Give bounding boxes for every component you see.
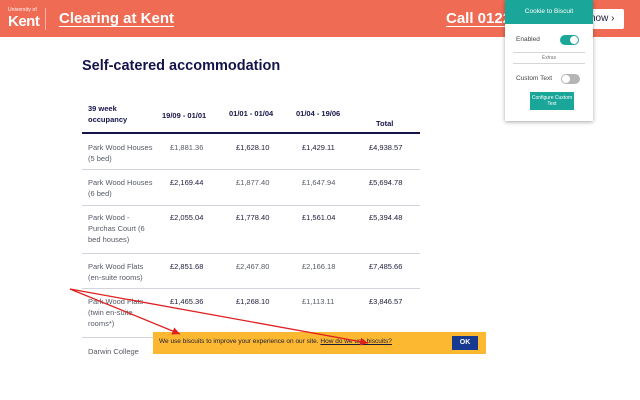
table-cell: £1,628.10 [236,143,270,152]
table-cell: £1,465.36 [170,297,204,306]
popup-divider [513,52,585,53]
table-cell-total: £4,938.57 [369,143,403,152]
enabled-toggle[interactable] [560,35,579,45]
configure-custom-text-button[interactable]: Configure Custom Text [530,92,574,110]
banner-message: We use biscuits to improve your experien… [159,338,392,345]
toggle-knob [570,36,578,44]
table-header-term2: 01/01 - 01/04 [229,109,274,118]
table-row-name: Park Wood Houses (6 bed) [88,178,153,198]
table-cell-total: £5,694.78 [369,178,403,187]
table-cell: £1,268.10 [236,297,270,306]
table-cell: £1,647.94 [302,178,336,187]
university-logo[interactable]: University of Kent [8,6,42,32]
header-divider [45,8,46,30]
page-title: Self-catered accommodation [82,58,281,74]
table-cell: £1,113.11 [302,297,335,306]
site-title-link[interactable]: Clearing at Kent [59,10,174,27]
row-divider [82,253,420,254]
table-cell-total: £3,846.57 [369,297,403,306]
banner-policy-link[interactable]: How do we use biscuits? [320,338,392,345]
table-header-rule [82,132,420,134]
table-row-name: Park Wood - Purchas Court (6 bed houses) [88,213,145,244]
logo-big-text: Kent [8,13,40,30]
table-header-term3: 01/04 - 19/06 [296,109,341,118]
cookie-banner: We use biscuits to improve your experien… [153,332,486,354]
row-divider [82,288,420,289]
table-row-name: Darwin College [88,347,139,356]
custom-text-toggle[interactable] [561,74,580,84]
table-cell: £1,881.36 [170,143,204,152]
table-cell: £2,166.18 [302,262,336,271]
table-cell: £1,429.11 [302,143,335,152]
table-cell: £1,561.04 [302,213,336,222]
extras-label: Extras [541,55,557,61]
row-divider [82,169,420,170]
banner-text: We use biscuits to improve your experien… [159,338,319,345]
row-divider [82,205,420,206]
cookie-to-biscuit-popup: Cookie to Biscuit Enabled Extras Custom … [505,0,593,121]
table-row-name: Park Wood Flats (twin en-suite rooms*) [88,297,144,328]
table-row-name: Park Wood Flats (en-suite rooms) [88,262,144,282]
table-cell: £2,169.44 [170,178,204,187]
table-header-occupancy: 39 week occupancy [88,104,128,124]
ok-button[interactable]: OK [452,336,478,350]
table-cell: £2,467.80 [236,262,270,271]
table-row-name: Park Wood Houses (5 bed) [88,143,153,163]
table-header-term1: 19/09 - 01/01 [162,111,207,120]
table-cell: £2,851.68 [170,262,204,271]
table-cell-total: £7,485.66 [369,262,403,271]
enabled-label: Enabled [516,36,540,43]
table-cell-total: £5,394.48 [369,213,403,222]
custom-text-label: Custom Text [516,75,553,82]
popup-divider [513,63,585,64]
table-cell: £1,778.40 [236,213,270,222]
table-cell: £2,055.04 [170,213,204,222]
toggle-knob [562,75,570,83]
table-cell: £1,877.40 [236,178,270,187]
popup-title: Cookie to Biscuit [505,0,593,24]
